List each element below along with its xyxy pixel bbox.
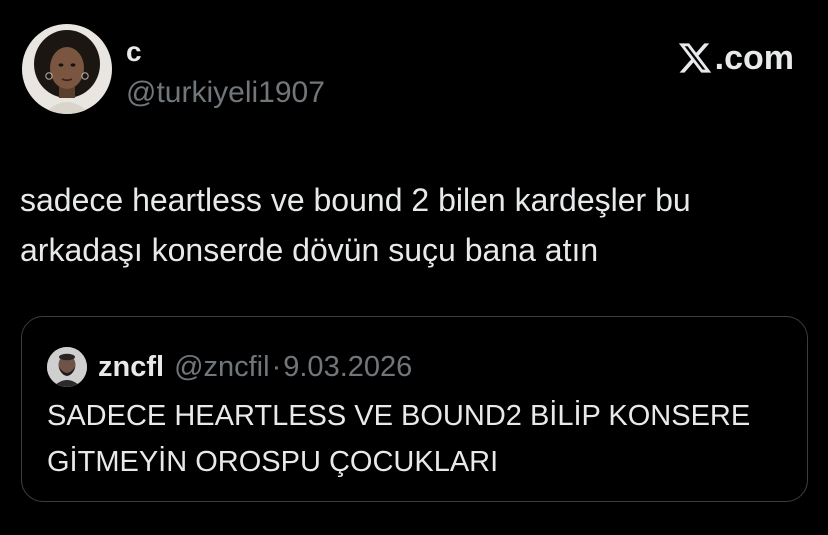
brand-suffix: .com — [714, 39, 794, 77]
quoted-tweet-text: SADECE HEARTLESS VE BOUND2 BİLİP KONSERE… — [47, 400, 751, 478]
brand-watermark: .com — [676, 38, 794, 78]
author-handle[interactable]: @turkiyeli1907 — [126, 76, 325, 110]
quoted-date[interactable]: 9.03.2026 — [283, 351, 412, 384]
quoted-tweet[interactable]: zncfl @zncfil · 9.03.2026 SADECE HEARTLE… — [21, 316, 808, 502]
tweet-card: c @turkiyeli1907 .com sadece heartless v… — [0, 0, 828, 535]
quoted-author-avatar[interactable] — [47, 347, 87, 387]
meta-separator: · — [271, 350, 282, 383]
quoted-meta: zncfl @zncfil · 9.03.2026 — [98, 347, 412, 387]
x-logo-icon — [678, 43, 711, 73]
author-avatar[interactable] — [22, 24, 112, 114]
author-display-name[interactable]: c — [126, 36, 142, 68]
tweet-text: sadece heartless ve bound 2 bilen kardeş… — [20, 182, 691, 268]
quoted-author-handle[interactable]: @zncfil — [174, 351, 270, 384]
quoted-author-display-name[interactable]: zncfl — [98, 351, 164, 384]
